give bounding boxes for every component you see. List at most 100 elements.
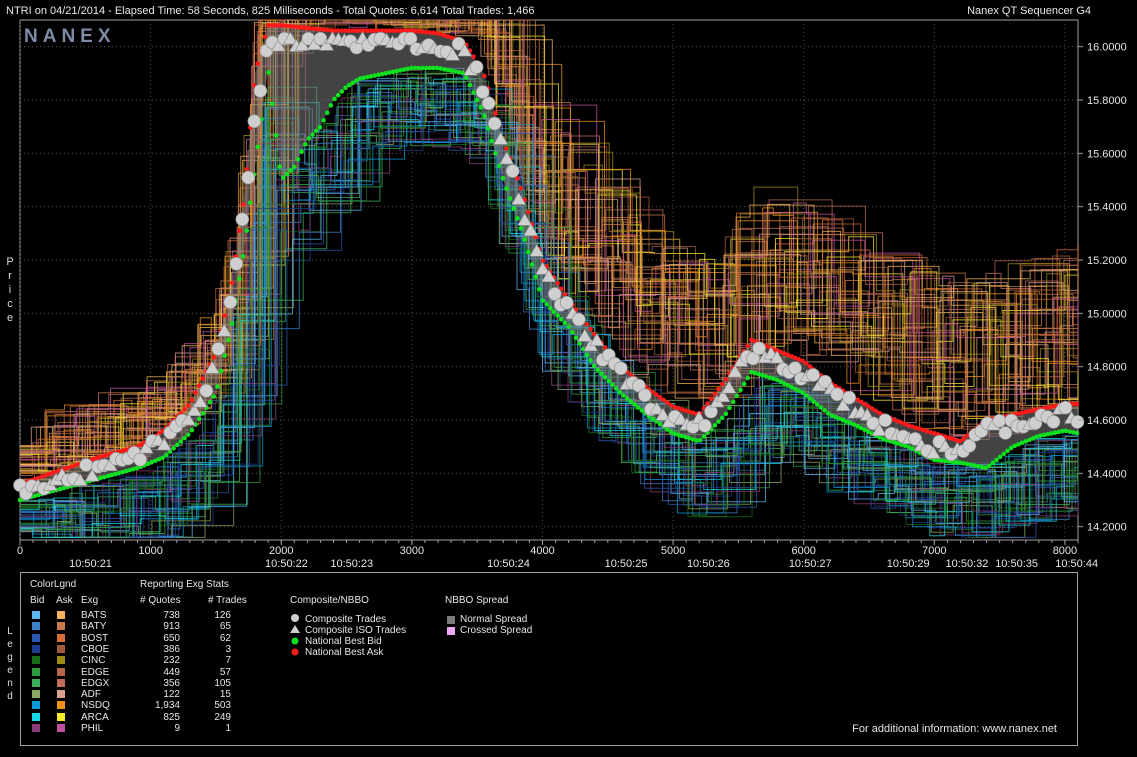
exchange-name: CBOE (81, 643, 110, 655)
composite-trade-marker (806, 368, 820, 382)
national-best-bid-point (632, 402, 637, 407)
national-best-bid-point (207, 399, 213, 405)
national-best-bid-point (986, 463, 992, 469)
y-tick-label: 14.8000 (1087, 362, 1127, 374)
national-best-bid-point (537, 287, 542, 292)
national-best-bid-point (522, 237, 528, 242)
national-best-bid-point (602, 375, 608, 380)
crossed-spread-swatch (447, 627, 455, 635)
national-best-bid-point (237, 276, 242, 281)
national-best-bid-point (489, 138, 495, 144)
national-best-bid-point (994, 457, 999, 463)
ask-swatch (57, 690, 65, 699)
composite-trade-marker (698, 418, 712, 433)
national-best-bid-point (339, 89, 345, 94)
time-label: 10:50:25 (605, 558, 648, 570)
exchange-quotes: 825 (163, 711, 180, 723)
composite-trade-marker (614, 361, 628, 376)
normal-spread-swatch (447, 616, 455, 624)
ask-swatch (57, 678, 65, 687)
composite-trade-marker (79, 458, 93, 472)
national-best-ask-point (708, 396, 714, 402)
national-best-bid-point (248, 200, 253, 205)
exchange-trades: 62 (219, 632, 231, 644)
composite-trade-marker (229, 256, 244, 271)
bid-swatch (32, 611, 40, 619)
legend-col-bid: Bid (30, 595, 45, 606)
exchange-quotes: 232 (163, 655, 180, 667)
national-best-bid-point (639, 408, 645, 413)
national-best-ask-point (229, 280, 235, 286)
national-best-bid-point (599, 371, 604, 376)
national-best-bid-point (273, 132, 279, 138)
national-best-ask-point (189, 397, 195, 403)
national-best-bid-point (328, 103, 334, 108)
exchange-name: PHIL (81, 723, 104, 734)
composite-trade-marker (638, 388, 652, 403)
national-best-ask-point (555, 280, 560, 286)
bid-swatch (32, 701, 40, 710)
exchange-quotes: 9 (174, 723, 180, 734)
national-best-ask-icon (291, 648, 299, 656)
national-best-bid-point (266, 70, 271, 75)
national-best-bid-point (515, 216, 520, 221)
y-tick-label: 15.0000 (1087, 308, 1127, 320)
national-best-bid-point (240, 253, 246, 259)
y-tick-label: 15.6000 (1087, 148, 1127, 160)
composite-trade-marker (253, 84, 268, 98)
exchange-trades: 65 (219, 621, 231, 633)
national-best-bid-point (343, 85, 348, 91)
composite-trade-marker (223, 295, 238, 309)
y-tick-label: 15.8000 (1087, 95, 1127, 107)
national-best-bid-point (332, 96, 337, 102)
composite-title: Composite/NBBO (290, 595, 369, 606)
exchange-name: ARCA (81, 711, 109, 723)
national-best-bid-point (174, 442, 180, 448)
national-best-bid-point (463, 75, 469, 80)
national-best-bid-point (500, 175, 506, 181)
exchange-quotes: 650 (163, 632, 180, 644)
national-best-bid-point (467, 82, 473, 88)
national-best-bid-icon (291, 637, 299, 645)
composite-iso-trades-label: Composite ISO Trades (305, 625, 407, 636)
national-best-bid-point (741, 381, 747, 387)
national-best-bid-point (215, 384, 220, 389)
national-best-bid-point (335, 92, 341, 98)
national-best-ask-point (584, 321, 590, 327)
national-best-ask-point (504, 146, 509, 151)
bid-swatch (32, 690, 40, 699)
legend-col-exg: Exg (81, 595, 99, 606)
exchange-quotes: 449 (163, 666, 180, 678)
bid-swatch (32, 633, 40, 642)
national-best-bid-point (229, 321, 235, 326)
national-best-bid-point (804, 393, 809, 398)
composite-trade-marker (475, 85, 490, 99)
x-tick-label: 3000 (400, 545, 424, 557)
national-best-bid-point (811, 399, 816, 404)
composite-trade-icon (291, 614, 299, 622)
national-best-bid-point (482, 113, 487, 119)
national-best-bid-point (299, 149, 304, 155)
national-best-bid-point (511, 206, 517, 211)
y-tick-label: 16.0000 (1087, 42, 1127, 54)
y-tick-label: 15.2000 (1087, 255, 1127, 267)
national-best-bid-point (526, 249, 531, 255)
legend-col-quotes: # Quotes (140, 595, 181, 606)
national-best-bid-point (306, 136, 312, 141)
national-best-bid-label: National Best Bid (305, 636, 382, 647)
time-label: 10:50:24 (487, 558, 530, 570)
national-best-bid-point (291, 164, 297, 169)
national-best-ask-point (471, 54, 476, 59)
legend-col-trades: # Trades (208, 595, 247, 606)
national-best-bid-point (222, 353, 228, 358)
national-best-bid-point (617, 389, 623, 395)
crossed-spread-label: Crossed Spread (460, 625, 533, 636)
national-best-ask-point (961, 436, 966, 442)
national-best-ask-point (193, 390, 198, 396)
x-tick-label: 5000 (661, 545, 685, 557)
national-best-bid-point (493, 151, 498, 156)
exchange-trades: 1 (225, 723, 231, 734)
time-label: 10:50:35 (995, 558, 1038, 570)
national-best-bid-point (171, 445, 176, 451)
national-best-ask-point (482, 73, 487, 79)
